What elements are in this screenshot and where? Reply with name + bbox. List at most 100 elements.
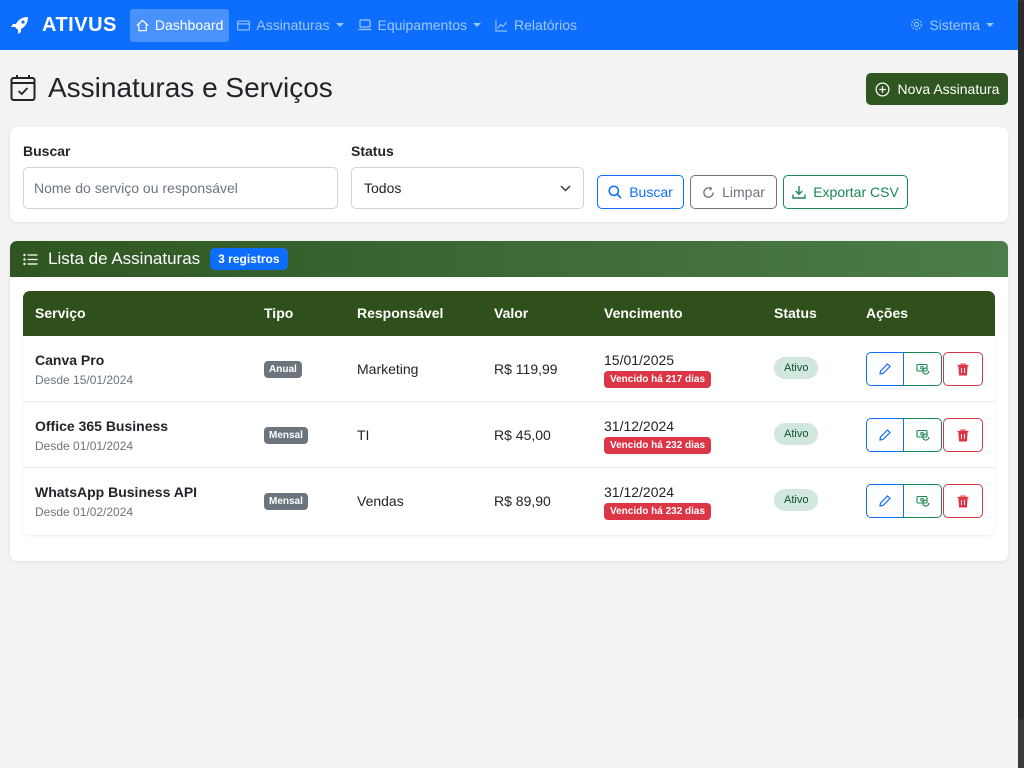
- chevron-down-icon: [335, 23, 344, 27]
- gear-icon: [911, 19, 923, 30]
- search-icon: [608, 185, 622, 199]
- subscriptions-table: Serviço Tipo Responsável Valor Venciment…: [23, 291, 995, 535]
- edit-button[interactable]: [866, 484, 904, 518]
- delete-button[interactable]: [943, 418, 983, 452]
- search-input[interactable]: Nome do serviço ou responsável: [23, 167, 338, 209]
- new-subscription-label: Nova Assinatura: [897, 81, 1000, 97]
- calendar-check-icon: [10, 75, 36, 101]
- col-acoes: Ações: [866, 305, 909, 321]
- status-badge: Ativo: [774, 423, 819, 445]
- delete-button[interactable]: [943, 352, 983, 386]
- renew-payment-button[interactable]: [904, 484, 942, 518]
- overdue-badge: Vencido há 217 dias: [604, 371, 712, 388]
- trash-icon: [957, 428, 969, 441]
- delete-button[interactable]: [943, 484, 983, 518]
- home-icon: [136, 19, 149, 31]
- pencil-icon: [879, 495, 891, 507]
- chevron-down-icon: [560, 184, 571, 192]
- brand[interactable]: ATIVUS: [10, 14, 117, 37]
- search-button[interactable]: Buscar: [597, 175, 684, 209]
- pencil-icon: [879, 429, 891, 441]
- chart-line-icon: [495, 19, 508, 32]
- rocket-icon: [11, 17, 28, 34]
- scrollbar-thumb[interactable]: [1018, 0, 1024, 720]
- list-header: Lista de Assinaturas 3 registros: [10, 241, 1008, 277]
- type-badge: Mensal: [264, 427, 308, 444]
- page-title: Assinaturas e Serviços: [48, 72, 333, 103]
- status-badge: Ativo: [774, 489, 819, 511]
- value-cell: R$ 89,90: [494, 493, 551, 509]
- page-header: Assinaturas e Serviços: [10, 72, 333, 104]
- service-since: Desde 01/02/2024: [35, 505, 134, 519]
- row-actions: [866, 352, 983, 386]
- clear-button-label: Limpar: [722, 184, 765, 200]
- nav-sistema-label: Sistema: [929, 16, 980, 33]
- col-tipo[interactable]: Tipo: [264, 305, 293, 321]
- table-row: Canva Pro Desde 15/01/2024 Anual Marketi…: [23, 336, 995, 402]
- due-date: 15/01/2025: [604, 352, 675, 368]
- service-since: Desde 15/01/2024: [35, 373, 134, 387]
- edit-button[interactable]: [866, 352, 904, 386]
- row-actions: [866, 484, 983, 518]
- owner-cell: Vendas: [357, 493, 404, 509]
- nav-assinaturas-label: Assinaturas: [256, 17, 330, 33]
- cash-refresh-icon: [915, 429, 929, 441]
- chevron-down-icon: [986, 22, 994, 27]
- status-badge: Ativo: [774, 357, 819, 379]
- col-responsavel[interactable]: Responsável: [357, 305, 443, 321]
- search-label: Buscar: [23, 143, 71, 159]
- filter-card: Buscar Nome do serviço ou responsável St…: [10, 127, 1008, 222]
- trash-icon: [957, 494, 969, 507]
- trash-icon: [957, 362, 969, 375]
- owner-cell: Marketing: [357, 361, 419, 377]
- nav-equipamentos[interactable]: Equipamentos: [352, 9, 488, 42]
- cash-refresh-icon: [915, 363, 929, 375]
- search-placeholder: Nome do serviço ou responsável: [34, 180, 238, 196]
- export-csv-button[interactable]: Exportar CSV: [783, 175, 908, 209]
- table-row: WhatsApp Business API Desde 01/02/2024 M…: [23, 468, 995, 534]
- download-icon: [792, 186, 806, 199]
- plus-circle-icon: [875, 82, 890, 96]
- cash-refresh-icon: [915, 495, 929, 507]
- nav-assinaturas[interactable]: Assinaturas: [231, 9, 349, 42]
- clear-button[interactable]: Limpar: [690, 175, 777, 209]
- service-since: Desde 01/01/2024: [35, 439, 134, 453]
- type-badge: Anual: [264, 361, 302, 378]
- top-navbar: ATIVUS Dashboard Assinaturas Equipamento…: [0, 0, 1018, 50]
- renew-payment-button[interactable]: [904, 352, 942, 386]
- scrollbar[interactable]: [1018, 0, 1024, 768]
- nav-dashboard[interactable]: Dashboard: [129, 8, 230, 42]
- value-cell: R$ 119,99: [494, 361, 558, 377]
- service-name: Office 365 Business: [35, 418, 169, 434]
- service-name: Canva Pro: [35, 352, 105, 368]
- subscriptions-list-card: Lista de Assinaturas 3 registros Serviço…: [10, 241, 1008, 561]
- list-title: Lista de Assinaturas: [48, 249, 201, 268]
- col-servico[interactable]: Serviço: [35, 305, 86, 321]
- count-badge: 3 registros: [210, 248, 288, 270]
- status-select-value: Todos: [364, 180, 402, 196]
- type-badge: Mensal: [264, 493, 308, 510]
- overdue-badge: Vencido há 232 dias: [604, 503, 712, 520]
- table-header: Serviço Tipo Responsável Valor Venciment…: [23, 291, 995, 336]
- laptop-icon: [358, 19, 372, 31]
- status-select[interactable]: Todos: [351, 167, 584, 209]
- nav-relatorios-label: Relatórios: [514, 17, 578, 33]
- status-label: Status: [351, 143, 394, 159]
- nav-relatorios[interactable]: Relatórios: [489, 9, 583, 42]
- card-icon: [237, 19, 251, 31]
- new-subscription-button[interactable]: Nova Assinatura: [866, 73, 1008, 105]
- search-button-label: Buscar: [629, 184, 673, 200]
- nav-dashboard-label: Dashboard: [154, 17, 224, 33]
- edit-button[interactable]: [866, 418, 904, 452]
- nav-sistema[interactable]: Sistema: [904, 8, 1000, 41]
- due-date: 31/12/2024: [604, 418, 675, 434]
- value-cell: R$ 45,00: [494, 427, 551, 443]
- col-valor[interactable]: Valor: [494, 305, 528, 321]
- col-status[interactable]: Status: [774, 305, 817, 321]
- renew-payment-button[interactable]: [904, 418, 942, 452]
- overdue-badge: Vencido há 232 dias: [604, 437, 712, 454]
- pencil-icon: [879, 363, 891, 375]
- export-csv-label: Exportar CSV: [813, 184, 899, 200]
- col-vencimento[interactable]: Vencimento: [604, 305, 683, 321]
- nav-equipamentos-label: Equipamentos: [377, 17, 468, 33]
